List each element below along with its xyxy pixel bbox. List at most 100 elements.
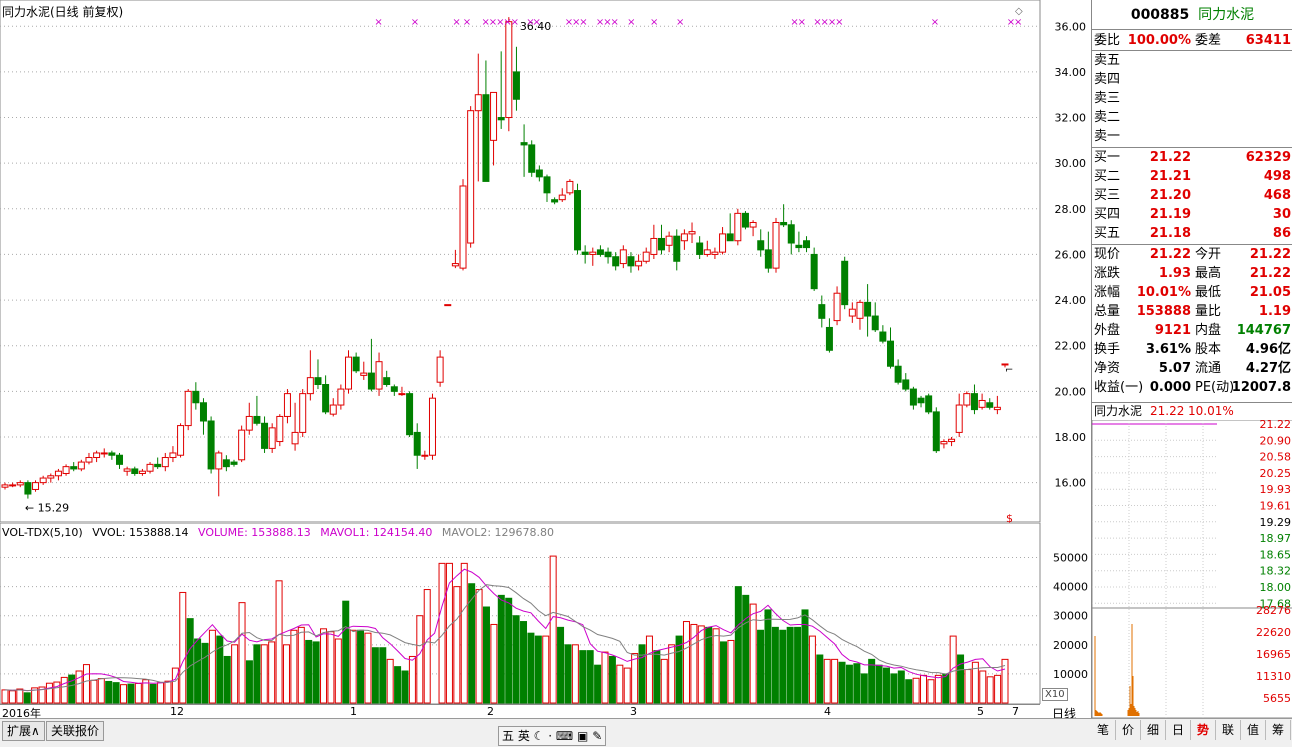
- sell-label: 卖四: [1094, 72, 1121, 87]
- stat-label: 换手: [1094, 342, 1121, 357]
- candle-body: [627, 256, 635, 267]
- ime-toolbar[interactable]: 五 英 ☾ · ⌨ ▣ ✎: [498, 726, 607, 746]
- expand-tab[interactable]: 扩展∧: [2, 721, 45, 741]
- volume-bar: [453, 586, 461, 704]
- volume-bar: [801, 609, 809, 704]
- candle-body: [848, 308, 856, 317]
- vol-legend-vvol: VVOL: 153888.14: [92, 526, 189, 539]
- stock-name: 同力水泥: [1198, 7, 1255, 23]
- stat-label: 涨幅: [1094, 285, 1121, 300]
- buy-volume: 468: [1263, 188, 1291, 203]
- tab-detail[interactable]: 细: [1141, 720, 1166, 740]
- volume-bar: [357, 629, 365, 704]
- stat-row: 涨幅 10.01% 最低 21.05: [1092, 283, 1292, 302]
- volume-bar: [320, 628, 328, 704]
- moon-icon: ☾: [533, 729, 549, 743]
- candle-body: [825, 326, 833, 351]
- candle-body: [116, 454, 124, 465]
- candle-body: [795, 244, 803, 249]
- volume-bar: [564, 644, 572, 704]
- stat-value: 0.000: [1149, 380, 1191, 395]
- volume-bar: [623, 667, 631, 704]
- stat-value: 3.61%: [1145, 342, 1191, 357]
- candle-body: [551, 199, 559, 203]
- candle-body: [978, 399, 986, 408]
- volume-bar: [201, 642, 209, 704]
- volume-bar: [60, 676, 68, 704]
- mini-price: 21.22: [1150, 404, 1185, 418]
- volume-bar: [638, 644, 646, 704]
- stat-label: 涨跌: [1094, 266, 1121, 281]
- sell-label: 卖五: [1094, 53, 1121, 68]
- mini-header: 同力水泥 21.22 10.01%: [1092, 402, 1292, 421]
- candle-body: [818, 304, 826, 319]
- tab-day[interactable]: 日: [1166, 720, 1191, 740]
- candle-body: [16, 482, 24, 486]
- volume-bar: [342, 600, 350, 704]
- sell-row: 卖三: [1092, 89, 1292, 108]
- candle-body: [879, 331, 887, 342]
- y-tick-label: 50000: [1053, 552, 1088, 565]
- volume-bar: [616, 664, 624, 704]
- buy-price: 21.21: [1149, 169, 1191, 184]
- x10-button[interactable]: X10: [1042, 688, 1068, 701]
- candle-body: [780, 221, 788, 226]
- volume-bar: [253, 644, 261, 704]
- candle-body: [810, 253, 818, 290]
- tab-trend[interactable]: 势: [1191, 720, 1216, 740]
- volume-bar: [823, 658, 831, 704]
- volume-bar: [557, 626, 565, 704]
- volume-bar: [808, 635, 816, 704]
- tab-trades[interactable]: 笔: [1091, 720, 1116, 740]
- candle-body: [757, 240, 765, 251]
- volume-bar: [371, 647, 379, 704]
- volume-bar: [601, 651, 609, 704]
- sell-row: 卖四: [1092, 70, 1292, 89]
- y-tick-label: 26.00: [1055, 248, 1087, 261]
- tab-value[interactable]: 值: [1241, 720, 1266, 740]
- volume-bar: [764, 609, 772, 704]
- volume-bar: [505, 597, 513, 704]
- candle-body: [291, 431, 299, 445]
- candle-body: [100, 452, 108, 455]
- y-tick-label: 19.93: [1260, 483, 1292, 496]
- y-tick-label: 19.29: [1260, 516, 1292, 529]
- stat-label: 今开: [1195, 247, 1222, 262]
- candle-body: [375, 361, 383, 390]
- buy-volume: 62329: [1245, 150, 1291, 165]
- candle-body: [871, 315, 879, 331]
- buy-label: 买一: [1094, 150, 1121, 165]
- volume-bar: [120, 684, 128, 704]
- volume-bar: [831, 658, 839, 704]
- candle-body: [902, 379, 910, 390]
- candle-body: [917, 397, 925, 404]
- volume-chart[interactable]: 10000 20000 30000 40000 50000: [0, 523, 1090, 704]
- volume-bar: [408, 655, 416, 704]
- price-chart[interactable]: 16.00 18.00 20.00 22.00 24.00 26.00 28.00 30.00…: [0, 0, 1090, 523]
- stat-label: 股本: [1195, 342, 1222, 357]
- volume-bar: [127, 683, 135, 704]
- tab-linked[interactable]: 联: [1216, 720, 1241, 740]
- y-tick-label: 34.00: [1055, 66, 1087, 79]
- candle-body: [787, 224, 795, 244]
- candle-body: [940, 441, 948, 445]
- candle-body: [574, 190, 582, 251]
- y-tick-label: 22.00: [1055, 340, 1087, 353]
- volume-bar: [260, 644, 268, 704]
- sell-label: 卖三: [1094, 91, 1121, 106]
- tab-chips[interactable]: 筹: [1266, 720, 1291, 740]
- candle-body: [70, 466, 78, 470]
- volume-bar: [401, 670, 409, 704]
- volume-bar: [949, 635, 957, 704]
- candle-body: [596, 249, 604, 255]
- candle-body: [528, 144, 536, 173]
- tab-price[interactable]: 价: [1116, 720, 1141, 740]
- related-quote-tab[interactable]: 关联报价: [46, 721, 105, 741]
- volume-bar: [771, 626, 779, 704]
- buy-label: 买五: [1094, 226, 1121, 241]
- divider: [1092, 29, 1292, 30]
- mini-intraday-chart[interactable]: 21.22 20.90 20.58 20.25 19.93 19.61 19.29 18.97…: [1092, 420, 1292, 718]
- y-tick-label: 21.22: [1260, 420, 1292, 431]
- stat-row: 外盘 9121 内盘 144767: [1092, 321, 1292, 340]
- buy-volume: 498: [1263, 169, 1291, 184]
